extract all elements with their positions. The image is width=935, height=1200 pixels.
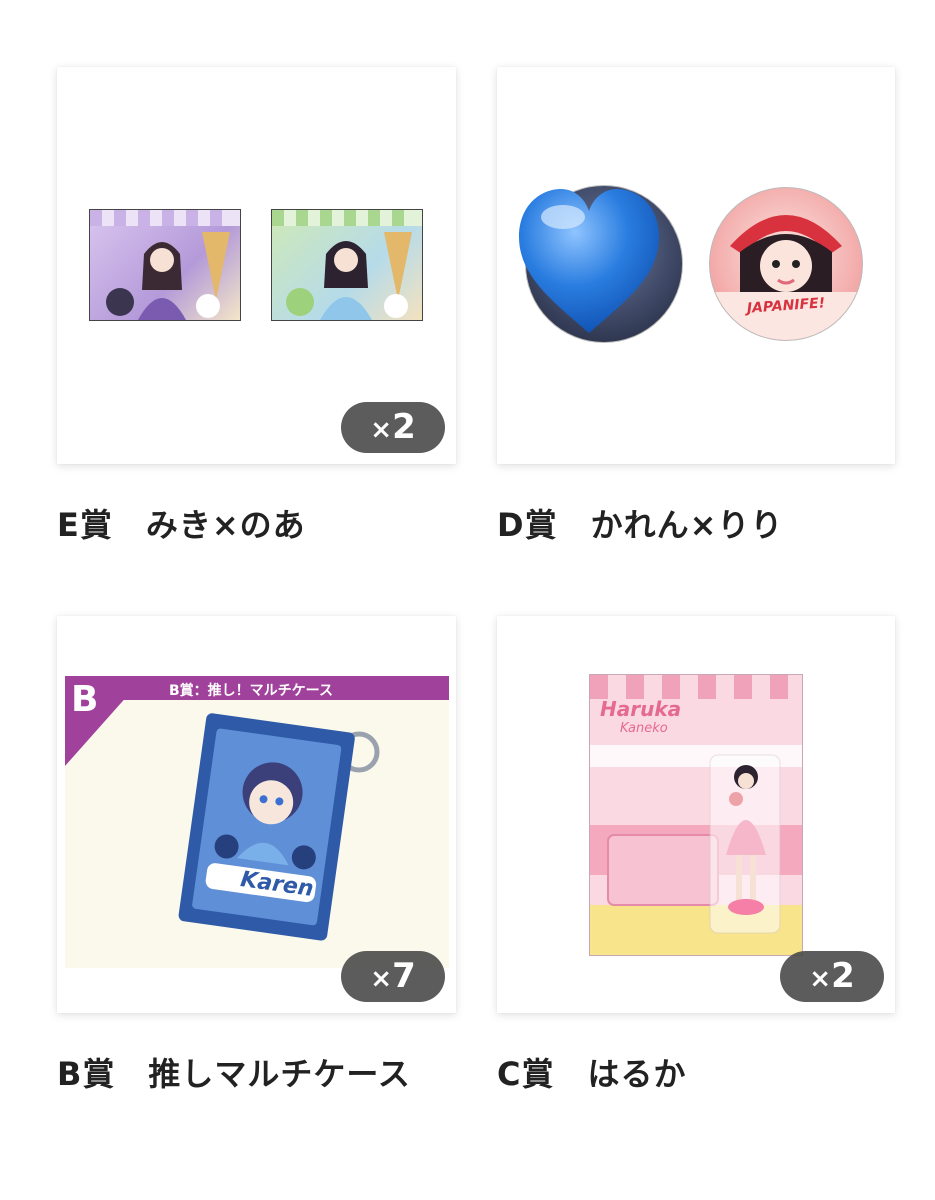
badge-times: × — [370, 415, 393, 445]
quantity-badge: ×2 — [780, 951, 884, 1002]
quantity-badge: ×7 — [341, 951, 445, 1002]
badge-illustration — [710, 215, 862, 340]
stand-name-script-2: Kaneko — [620, 721, 668, 736]
item-title[interactable]: E賞 みき×のあ — [57, 497, 306, 554]
item-title[interactable]: C賞 はるか — [497, 1046, 687, 1103]
product-card-d[interactable]: JAPANIFE! — [497, 67, 895, 464]
item-title[interactable]: B賞 推しマルチケース — [57, 1046, 437, 1103]
photo-illustration — [272, 210, 422, 320]
product-card-e[interactable]: ×2 — [57, 67, 456, 464]
badge-count: 7 — [392, 956, 416, 996]
badge-times: × — [809, 964, 832, 994]
photo-card-noa — [271, 209, 423, 321]
badge-count: 2 — [392, 407, 416, 447]
photo-card-miki — [89, 209, 241, 321]
banner-letter: B — [71, 679, 99, 720]
badge-count: 2 — [831, 956, 855, 996]
banner-text: B賞：推し！マルチケース — [169, 683, 333, 699]
photo-illustration — [90, 210, 240, 320]
stand-name-script-1: Haruka — [600, 697, 682, 721]
badge-times: × — [370, 964, 393, 994]
product-card-c[interactable]: Haruka Kaneko ×2 — [497, 616, 895, 1013]
can-badge-riri: JAPANIFE! — [709, 187, 863, 341]
blue-heart-icon — [519, 189, 659, 333]
quantity-badge: ×2 — [341, 402, 445, 453]
acrylic-stand-board: Haruka Kaneko — [589, 674, 803, 956]
product-card-b[interactable]: B B賞：推し！マルチケース Karen ×7 — [57, 616, 456, 1013]
item-title[interactable]: D賞 かれん×りり — [497, 497, 783, 554]
multi-case-illustration — [178, 713, 380, 941]
